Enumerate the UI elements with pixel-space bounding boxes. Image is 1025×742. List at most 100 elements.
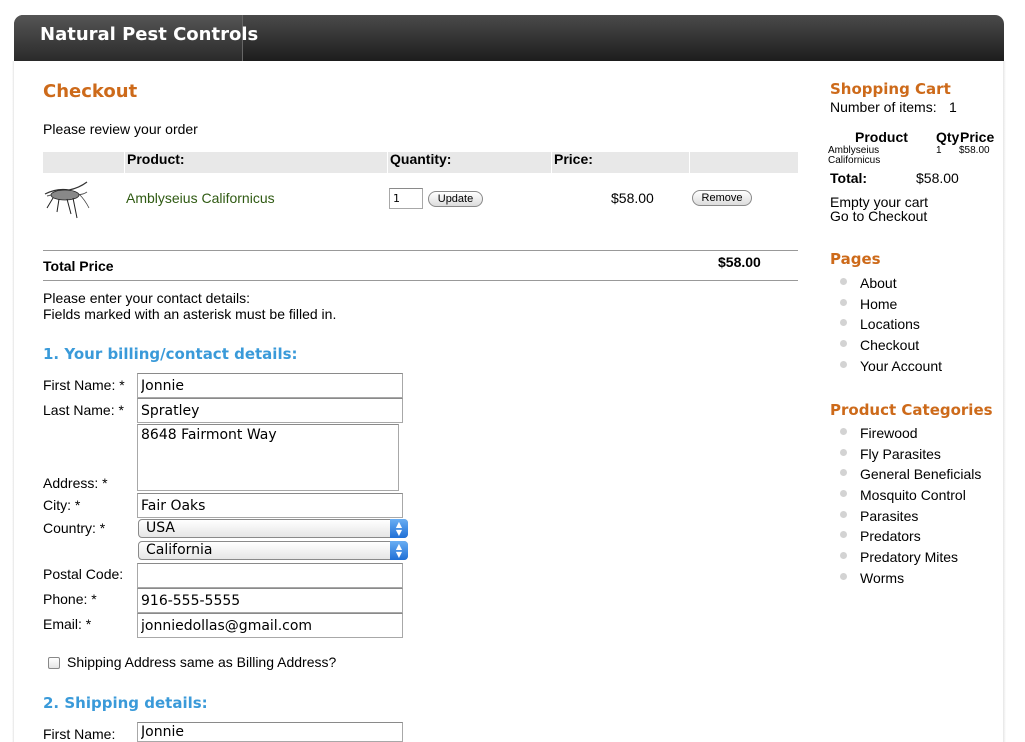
bullet-icon bbox=[840, 552, 847, 560]
bullet-icon bbox=[840, 469, 847, 477]
country-label: Country: * bbox=[43, 520, 106, 536]
select-arrows-icon: ▲ ▼ bbox=[390, 519, 408, 538]
city-label: City: * bbox=[43, 497, 81, 513]
page-link-label: Home bbox=[860, 295, 898, 312]
postal-code-input[interactable] bbox=[137, 563, 403, 588]
page-link-label: About bbox=[860, 275, 897, 291]
category-link-firewood[interactable]: Firewood bbox=[840, 424, 981, 445]
review-text: Please review your order bbox=[43, 121, 198, 137]
site-title[interactable]: Natural Pest Controls bbox=[40, 24, 258, 45]
category-link-label: General Beneficials bbox=[860, 466, 982, 483]
categories-title: Product Categories bbox=[830, 401, 993, 419]
bullet-icon bbox=[840, 340, 847, 348]
header-price: Price: bbox=[552, 152, 689, 173]
page-link-about[interactable]: About bbox=[840, 274, 942, 295]
header-quantity: Quantity: bbox=[388, 152, 551, 173]
header-actions bbox=[690, 152, 798, 173]
header-image-cell bbox=[43, 152, 124, 173]
page-shadow-right bbox=[1003, 61, 1006, 742]
postal-code-label: Postal Code: bbox=[43, 566, 124, 582]
shipping-first-name-input[interactable] bbox=[137, 722, 403, 742]
same-address-label: Shipping Address same as Billing Address… bbox=[67, 654, 337, 670]
page-title: Checkout bbox=[43, 81, 138, 102]
remove-button[interactable]: Remove bbox=[692, 190, 752, 206]
last-name-input[interactable] bbox=[137, 398, 403, 423]
same-address-checkbox[interactable] bbox=[48, 657, 60, 669]
category-link-label: Predatory Mites bbox=[860, 549, 959, 566]
category-link-predators[interactable]: Predators bbox=[840, 527, 981, 548]
first-name-input[interactable] bbox=[137, 373, 403, 398]
phone-label: Phone: * bbox=[43, 591, 97, 607]
city-input[interactable] bbox=[137, 493, 403, 518]
country-select-value: USA bbox=[146, 520, 175, 536]
cart-title: Shopping Cart bbox=[830, 80, 951, 98]
quantity-input[interactable] bbox=[389, 188, 423, 209]
total-price-label: Total Price bbox=[43, 258, 114, 274]
category-link-worms[interactable]: Worms bbox=[840, 569, 981, 590]
shipping-first-name-label: First Name: bbox=[43, 726, 116, 742]
category-link-predatory-mites[interactable]: Predatory Mites bbox=[840, 548, 981, 569]
contact-intro: Please enter your contact details: bbox=[43, 290, 251, 306]
categories-list: Firewood Fly Parasites General Beneficia… bbox=[840, 424, 981, 590]
email-label: Email: * bbox=[43, 616, 92, 632]
state-select-value: California bbox=[146, 542, 213, 558]
total-price-value: $58.00 bbox=[718, 254, 761, 270]
go-to-checkout-link[interactable]: Go to Checkout bbox=[830, 208, 927, 224]
email-input[interactable] bbox=[137, 613, 403, 638]
category-link-mosquito-control[interactable]: Mosquito Control bbox=[840, 486, 981, 507]
billing-heading: 1. Your billing/contact details: bbox=[43, 345, 298, 363]
cart-col-qty: Qty bbox=[936, 129, 960, 145]
cart-item-qty: 1 bbox=[936, 145, 942, 156]
category-link-label: Mosquito Control bbox=[860, 487, 966, 504]
order-table-header: Product: Quantity: Price: bbox=[43, 152, 798, 173]
address-label: Address: * bbox=[43, 475, 108, 491]
product-name-link[interactable]: Amblyseius Californicus bbox=[126, 190, 275, 206]
last-name-label: Last Name: * bbox=[43, 402, 124, 418]
cart-item-name-line2: Californicus bbox=[828, 155, 881, 166]
country-select[interactable]: USA ▲ ▼ bbox=[138, 519, 408, 538]
product-thumbnail[interactable] bbox=[43, 178, 91, 222]
page-link-locations[interactable]: Locations bbox=[840, 315, 942, 336]
category-link-label: Fly Parasites bbox=[860, 445, 941, 462]
address-textarea[interactable]: 8648 Fairmont Way bbox=[137, 424, 399, 491]
category-link-label: Worms bbox=[860, 569, 905, 586]
bullet-icon bbox=[840, 490, 847, 498]
shipping-heading: 2. Shipping details: bbox=[43, 694, 208, 712]
page-link-label: Your Account bbox=[860, 357, 942, 374]
bullet-icon bbox=[840, 572, 847, 580]
page-link-your-account[interactable]: Your Account bbox=[840, 357, 942, 378]
category-link-label: Parasites bbox=[860, 507, 919, 524]
category-link-general-beneficials[interactable]: General Beneficials bbox=[840, 465, 981, 486]
pages-title: Pages bbox=[830, 250, 881, 268]
bullet-icon bbox=[840, 428, 847, 435]
divider-top bbox=[43, 250, 798, 251]
first-name-label: First Name: * bbox=[43, 377, 125, 393]
cart-total-label: Total: bbox=[830, 170, 868, 186]
bullet-icon bbox=[840, 448, 847, 456]
cart-item-price: $58.00 bbox=[959, 145, 990, 156]
bullet-icon bbox=[840, 319, 847, 327]
state-select[interactable]: California ▲ ▼ bbox=[138, 541, 408, 560]
required-note: Fields marked with an asterisk must be f… bbox=[43, 306, 337, 322]
page-link-checkout[interactable]: Checkout bbox=[840, 336, 942, 357]
page-link-label: Locations bbox=[860, 316, 920, 333]
bullet-icon bbox=[840, 298, 847, 306]
category-link-parasites[interactable]: Parasites bbox=[840, 507, 981, 528]
update-button[interactable]: Update bbox=[428, 191, 483, 207]
category-link-fly-parasites[interactable]: Fly Parasites bbox=[840, 445, 981, 466]
site-header: Natural Pest Controls bbox=[14, 15, 1004, 61]
category-link-label: Firewood bbox=[860, 425, 918, 441]
bullet-icon bbox=[840, 278, 847, 285]
page-link-home[interactable]: Home bbox=[840, 295, 942, 316]
cart-total-value: $58.00 bbox=[916, 170, 959, 186]
bullet-icon bbox=[840, 531, 847, 539]
cart-col-product: Product bbox=[855, 129, 908, 145]
item-price: $58.00 bbox=[611, 190, 654, 206]
cart-col-price: Price bbox=[960, 129, 995, 145]
header-product: Product: bbox=[125, 152, 387, 173]
cart-items-count: 1 bbox=[949, 99, 957, 115]
bullet-icon bbox=[840, 360, 847, 368]
pages-list: About Home Locations Checkout Your Accou… bbox=[840, 274, 942, 377]
page-link-label: Checkout bbox=[860, 337, 920, 354]
phone-input[interactable] bbox=[137, 588, 403, 613]
